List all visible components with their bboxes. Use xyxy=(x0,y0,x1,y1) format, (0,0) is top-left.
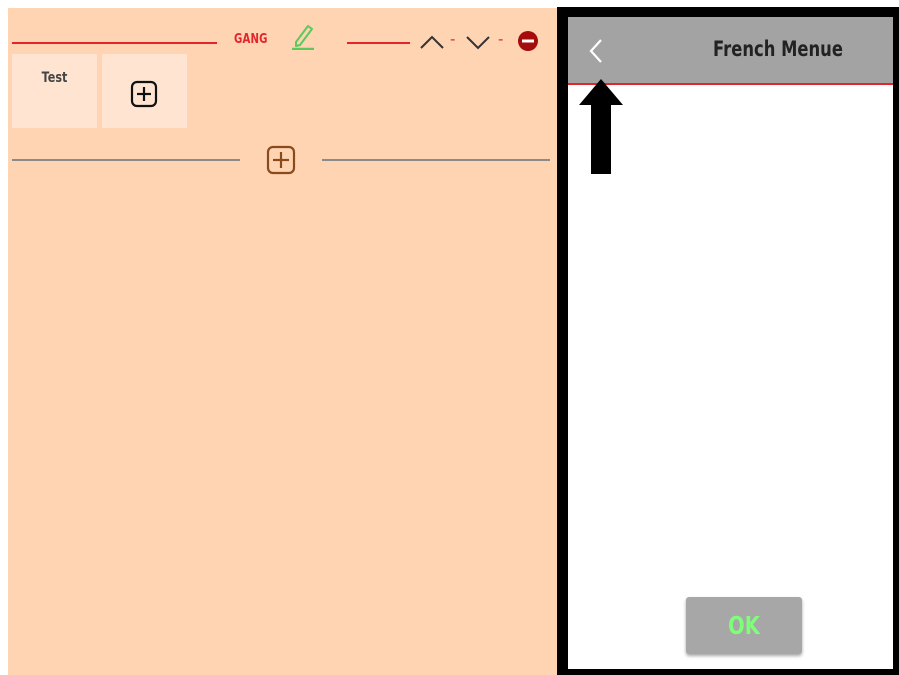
plus-square-icon[interactable] xyxy=(265,144,297,176)
chevron-up-icon[interactable] xyxy=(418,30,446,54)
add-item-tile[interactable] xyxy=(102,54,187,128)
screen: GANG - - Test French Menue OK xyxy=(0,0,899,675)
section-divider-right xyxy=(322,159,550,161)
menu-item-tile[interactable]: Test xyxy=(12,54,97,128)
group-title: GANG xyxy=(234,32,268,47)
pencil-icon[interactable] xyxy=(288,20,318,50)
chevron-down-icon[interactable] xyxy=(464,30,492,54)
ok-button[interactable]: OK xyxy=(686,597,802,654)
menu-editor-panel: GANG - - Test xyxy=(8,8,557,675)
header-divider-left xyxy=(12,42,217,44)
arrow-up-icon xyxy=(579,79,623,174)
dialog-title: French Menue xyxy=(713,37,843,61)
group-header: GANG - - xyxy=(8,18,557,51)
minus-circle-icon[interactable] xyxy=(517,30,539,52)
header-divider-right xyxy=(347,42,410,44)
plus-square-icon xyxy=(130,80,158,108)
ok-button-label: OK xyxy=(728,611,760,640)
dialog-header: French Menue xyxy=(568,17,893,85)
separator-1: - xyxy=(450,30,456,48)
device-frame: French Menue OK xyxy=(557,7,899,675)
chevron-left-icon[interactable] xyxy=(584,36,608,66)
section-divider-left xyxy=(12,159,240,161)
menu-item-label: Test xyxy=(41,70,68,86)
separator-2: - xyxy=(498,30,504,48)
menu-preview-dialog: French Menue OK xyxy=(568,17,893,669)
